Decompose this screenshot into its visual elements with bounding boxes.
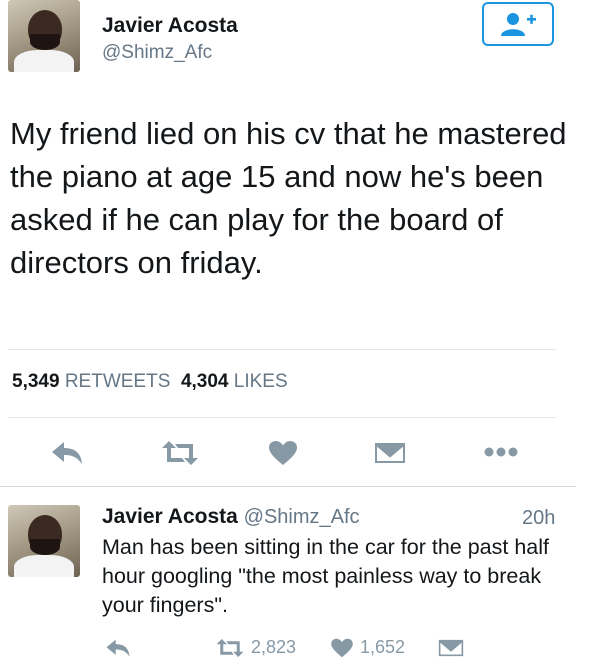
reply-like-count: 1,652 xyxy=(360,637,406,657)
reply-icon[interactable] xyxy=(50,440,84,466)
more-icon[interactable] xyxy=(483,446,519,458)
retweet-icon[interactable] xyxy=(215,638,245,658)
retweet-icon[interactable] xyxy=(160,440,200,466)
author-name[interactable]: Javier Acosta xyxy=(102,14,238,38)
likes-label[interactable]: LIKES xyxy=(234,371,288,392)
reply-author-avatar[interactable] xyxy=(8,505,80,577)
reply-time[interactable]: 20h xyxy=(522,507,555,530)
divider xyxy=(8,417,556,418)
like-icon[interactable] xyxy=(268,440,298,466)
follow-icon xyxy=(501,13,536,36)
dm-icon[interactable] xyxy=(374,441,406,465)
divider xyxy=(0,486,576,487)
follow-button[interactable] xyxy=(482,2,554,46)
reply-retweet-count: 2,823 xyxy=(251,637,297,657)
reply-author-handle[interactable]: @Shimz_Afc xyxy=(244,506,360,528)
reply-icon[interactable] xyxy=(105,638,131,658)
likes-count[interactable]: 4,304 xyxy=(181,371,229,392)
retweets-label[interactable]: RETWEETS xyxy=(65,371,171,392)
author-avatar[interactable] xyxy=(8,0,80,72)
dm-icon[interactable] xyxy=(438,638,464,658)
author-handle[interactable]: @Shimz_Afc xyxy=(102,42,212,64)
tweet-stats: 5,349 RETWEETS 4,304 LIKES xyxy=(12,371,288,393)
like-icon[interactable] xyxy=(330,638,354,658)
reply-text: Man has been sitting in the car for the … xyxy=(102,535,549,617)
divider xyxy=(8,349,556,350)
retweets-count[interactable]: 5,349 xyxy=(12,371,60,392)
tweet-text: My friend lied on his cv that he mastere… xyxy=(10,116,567,280)
reply-author-name[interactable]: Javier Acosta xyxy=(102,505,238,528)
reply-header: Javier Acosta @Shimz_Afc xyxy=(102,505,360,529)
